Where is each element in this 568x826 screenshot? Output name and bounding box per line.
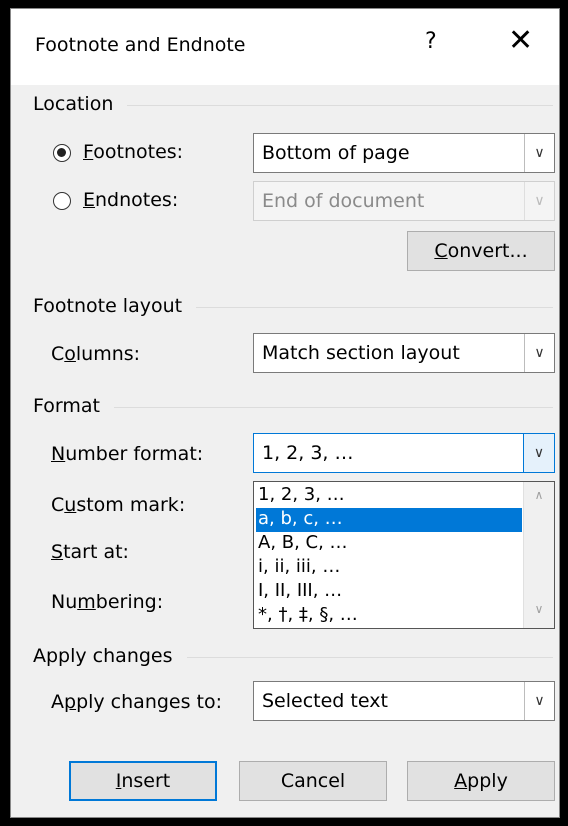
dialog-title: Footnote and Endnote xyxy=(35,34,246,56)
layout-heading: Footnote layout xyxy=(33,295,183,317)
list-item[interactable]: 1, 2, 3, … xyxy=(256,484,522,508)
apply-button[interactable]: Apply xyxy=(407,761,555,801)
cancel-button[interactable]: Cancel xyxy=(239,761,387,801)
format-heading: Format xyxy=(33,395,100,417)
footnotes-position-select[interactable]: Bottom of page ∨ xyxy=(253,133,555,173)
chevron-down-icon: ∨ xyxy=(524,182,554,220)
number-format-label: Number format: xyxy=(51,443,204,465)
chevron-up-icon[interactable]: ∧ xyxy=(524,488,554,508)
convert-button[interactable]: Convert... xyxy=(407,231,555,271)
custom-mark-label: Custom mark: xyxy=(51,494,186,516)
divider xyxy=(196,306,553,308)
start-at-label: Start at: xyxy=(51,541,129,563)
divider xyxy=(113,406,553,408)
footnotes-label: Footnotes: xyxy=(83,141,184,163)
endnotes-position-value: End of document xyxy=(262,190,425,212)
title-bar: Footnote and Endnote ? ✕ xyxy=(11,9,559,85)
apply-heading: Apply changes xyxy=(33,645,173,667)
chevron-down-icon: ∨ xyxy=(524,334,554,372)
apply-section-header: Apply changes xyxy=(33,645,553,667)
chevron-down-icon: ∨ xyxy=(523,433,555,473)
divider xyxy=(186,656,553,658)
location-section-header: Location xyxy=(33,93,553,115)
columns-value: Match section layout xyxy=(262,342,460,364)
list-item[interactable]: I, II, III, … xyxy=(256,580,522,604)
help-button[interactable]: ? xyxy=(425,29,437,54)
number-format-value: 1, 2, 3, … xyxy=(262,442,354,464)
chevron-down-icon[interactable]: ∨ xyxy=(524,602,554,622)
divider xyxy=(127,104,553,106)
list-scrollbar[interactable]: ∧ ∨ xyxy=(523,482,554,628)
footnotes-position-value: Bottom of page xyxy=(262,142,410,164)
apply-changes-to-select[interactable]: Selected text ∨ xyxy=(253,681,555,721)
chevron-down-icon: ∨ xyxy=(524,134,554,172)
list-item[interactable]: *, †, ‡, §, … xyxy=(256,604,522,628)
endnotes-label: Endnotes: xyxy=(83,189,179,211)
format-section-header: Format xyxy=(33,395,553,417)
list-item[interactable]: A, B, C, … xyxy=(256,532,522,556)
apply-changes-to-label: Apply changes to: xyxy=(51,691,223,713)
footnote-endnote-dialog: Footnote and Endnote ? ✕ Location Footno… xyxy=(10,8,560,818)
list-item-selected[interactable]: a, b, c, … xyxy=(256,508,522,532)
endnotes-position-select[interactable]: End of document ∨ xyxy=(253,181,555,221)
number-format-dropdown-list[interactable]: 1, 2, 3, … a, b, c, … A, B, C, … i, ii, … xyxy=(253,481,555,629)
location-heading: Location xyxy=(33,93,114,115)
apply-changes-to-value: Selected text xyxy=(262,690,388,712)
list-item[interactable]: i, ii, iii, … xyxy=(256,556,522,580)
numbering-label: Numbering: xyxy=(51,591,164,613)
insert-button[interactable]: Insert xyxy=(69,761,217,801)
number-format-select[interactable]: 1, 2, 3, … ∨ xyxy=(253,433,555,473)
footnotes-radio[interactable] xyxy=(53,144,71,162)
endnotes-radio[interactable] xyxy=(53,192,71,210)
chevron-down-icon: ∨ xyxy=(524,682,554,720)
layout-section-header: Footnote layout xyxy=(33,295,553,317)
close-button[interactable]: ✕ xyxy=(508,23,533,58)
columns-select[interactable]: Match section layout ∨ xyxy=(253,333,555,373)
columns-label: Columns: xyxy=(51,343,141,365)
